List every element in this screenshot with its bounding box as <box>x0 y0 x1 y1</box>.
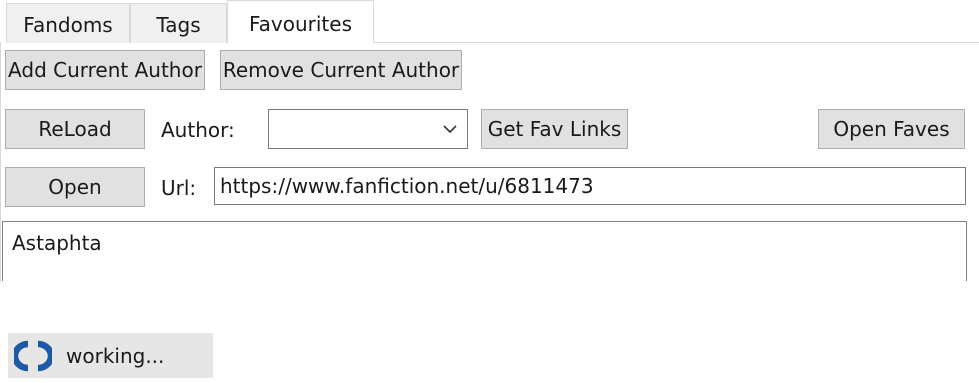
remove-current-author-button[interactable]: Remove Current Author <box>220 50 462 90</box>
list-item[interactable]: Astaphta <box>12 231 102 255</box>
favourites-window: Fandoms Tags Favourites Add Current Auth… <box>0 0 979 383</box>
url-input[interactable]: https://www.fanfiction.net/u/6811473 <box>214 167 966 205</box>
status-text: working... <box>66 344 165 368</box>
tab-label: Tags <box>156 13 201 37</box>
url-input-value: https://www.fanfiction.net/u/6811473 <box>220 174 594 198</box>
author-list[interactable]: Astaphta <box>2 221 967 281</box>
tab-label: Favourites <box>248 12 353 36</box>
tab-favourites[interactable]: Favourites <box>227 0 374 43</box>
open-button[interactable]: Open <box>5 167 145 207</box>
reload-button[interactable]: ReLoad <box>5 109 145 149</box>
tab-tags[interactable]: Tags <box>130 3 227 43</box>
chevron-down-icon <box>443 125 457 134</box>
refresh-icon <box>14 340 52 372</box>
status-indicator: working... <box>8 333 213 378</box>
open-faves-button[interactable]: Open Faves <box>818 109 965 149</box>
tab-strip-divider <box>373 42 979 43</box>
tab-fandoms[interactable]: Fandoms <box>6 3 130 43</box>
get-fav-links-button[interactable]: Get Fav Links <box>481 109 628 149</box>
author-select[interactable] <box>268 109 468 149</box>
add-current-author-button[interactable]: Add Current Author <box>5 50 205 90</box>
url-label: Url: <box>161 176 197 200</box>
author-label: Author: <box>161 118 235 142</box>
panel-border <box>0 42 1 282</box>
tab-label: Fandoms <box>23 13 113 37</box>
